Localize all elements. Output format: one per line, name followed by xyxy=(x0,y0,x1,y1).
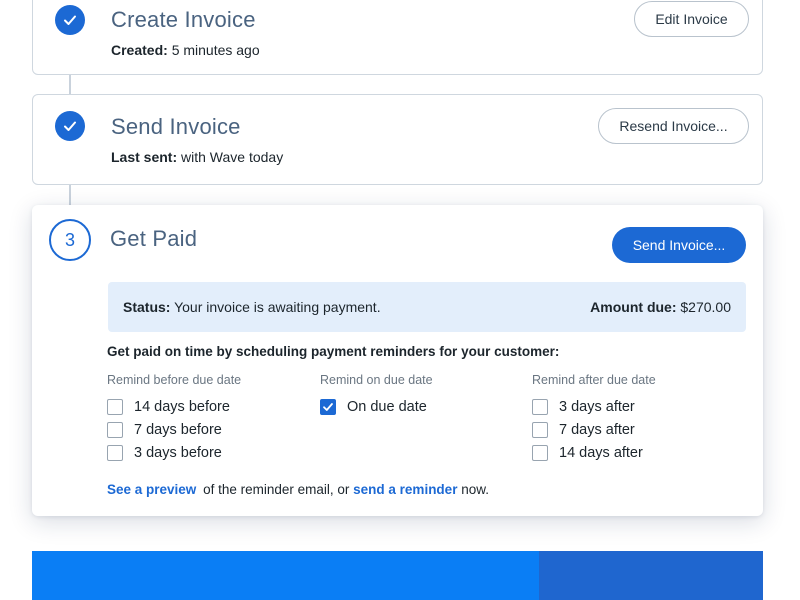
option-label: 7 days after xyxy=(559,421,635,438)
step-title: Get Paid xyxy=(110,226,198,251)
see-preview-link[interactable]: See a preview xyxy=(107,482,196,497)
reminder-option-14-days-after[interactable]: 14 days after xyxy=(532,441,656,464)
reminder-option-14-days-before[interactable]: 14 days before xyxy=(107,395,241,418)
payment-status-box: Status: Your invoice is awaiting payment… xyxy=(108,282,746,332)
reminder-heading: Get paid on time by scheduling payment r… xyxy=(107,344,560,359)
amount-due: Amount due: $270.00 xyxy=(590,299,731,315)
step-title: Send Invoice xyxy=(111,114,241,139)
reminder-option-3-days-before[interactable]: 3 days before xyxy=(107,441,241,464)
send-invoice-button[interactable]: Send Invoice... xyxy=(612,227,746,263)
step-meta: Created: 5 minutes ago xyxy=(111,42,260,58)
checkbox-unchecked-icon[interactable] xyxy=(107,444,123,461)
step-connector-1 xyxy=(69,75,71,95)
footer-text-end: now. xyxy=(461,482,489,497)
reminder-column-before: Remind before due date 14 days before 7 … xyxy=(107,373,241,464)
bottom-banner xyxy=(32,551,763,600)
step-complete-check-icon xyxy=(55,5,85,35)
step-meta-label: Last sent: xyxy=(111,149,178,165)
edit-invoice-button[interactable]: Edit Invoice xyxy=(634,1,749,37)
amount-value: $270.00 xyxy=(680,299,731,315)
column-label: Remind before due date xyxy=(107,373,242,387)
reminder-column-after: Remind after due date 3 days after 7 day… xyxy=(532,373,656,464)
amount-label: Amount due: xyxy=(590,299,677,315)
column-label: Remind after due date xyxy=(532,373,656,387)
option-label: On due date xyxy=(347,398,427,415)
resend-invoice-button[interactable]: Resend Invoice... xyxy=(598,108,749,144)
option-label: 7 days before xyxy=(134,421,222,438)
reminder-option-7-days-after[interactable]: 7 days after xyxy=(532,418,656,441)
step-connector-2 xyxy=(69,184,71,206)
status-text: Status: Your invoice is awaiting payment… xyxy=(123,299,381,315)
step-meta: Last sent: with Wave today xyxy=(111,149,283,165)
step-meta-label: Created: xyxy=(111,42,168,58)
column-label: Remind on due date xyxy=(320,373,433,387)
footer-text-middle: of the reminder email, or xyxy=(203,482,350,497)
checkbox-unchecked-icon[interactable] xyxy=(532,421,548,438)
step-number-badge: 3 xyxy=(49,219,91,261)
status-value: Your invoice is awaiting payment. xyxy=(174,299,381,315)
step-complete-check-icon xyxy=(55,111,85,141)
checkbox-unchecked-icon[interactable] xyxy=(107,398,123,415)
reminder-option-on-due-date[interactable]: On due date xyxy=(320,395,433,418)
option-label: 14 days before xyxy=(134,398,230,415)
reminder-option-7-days-before[interactable]: 7 days before xyxy=(107,418,241,441)
reminder-column-on-due: Remind on due date On due date xyxy=(320,373,433,418)
checkbox-checked-icon[interactable] xyxy=(320,398,336,415)
step-meta-value: 5 minutes ago xyxy=(171,42,260,58)
status-label: Status: xyxy=(123,299,171,315)
step-title: Create Invoice xyxy=(111,7,256,32)
checkbox-unchecked-icon[interactable] xyxy=(532,398,548,415)
bottom-banner-right xyxy=(539,551,763,600)
option-label: 14 days after xyxy=(559,444,643,461)
step-meta-value: with Wave today xyxy=(181,149,284,165)
step-card-get-paid: 3 Get Paid Send Invoice... Status: Your … xyxy=(32,205,763,516)
option-label: 3 days after xyxy=(559,398,635,415)
reminder-footer: See a preview of the reminder email, or … xyxy=(107,482,489,497)
bottom-banner-left xyxy=(32,551,539,600)
step-card-send-invoice: Send Invoice Last sent: with Wave today … xyxy=(32,94,763,185)
checkbox-unchecked-icon[interactable] xyxy=(107,421,123,438)
option-label: 3 days before xyxy=(134,444,222,461)
reminder-option-3-days-after[interactable]: 3 days after xyxy=(532,395,656,418)
step-card-create-invoice: Create Invoice Created: 5 minutes ago Ed… xyxy=(32,0,763,75)
send-reminder-link[interactable]: send a reminder xyxy=(353,482,457,497)
checkbox-unchecked-icon[interactable] xyxy=(532,444,548,461)
